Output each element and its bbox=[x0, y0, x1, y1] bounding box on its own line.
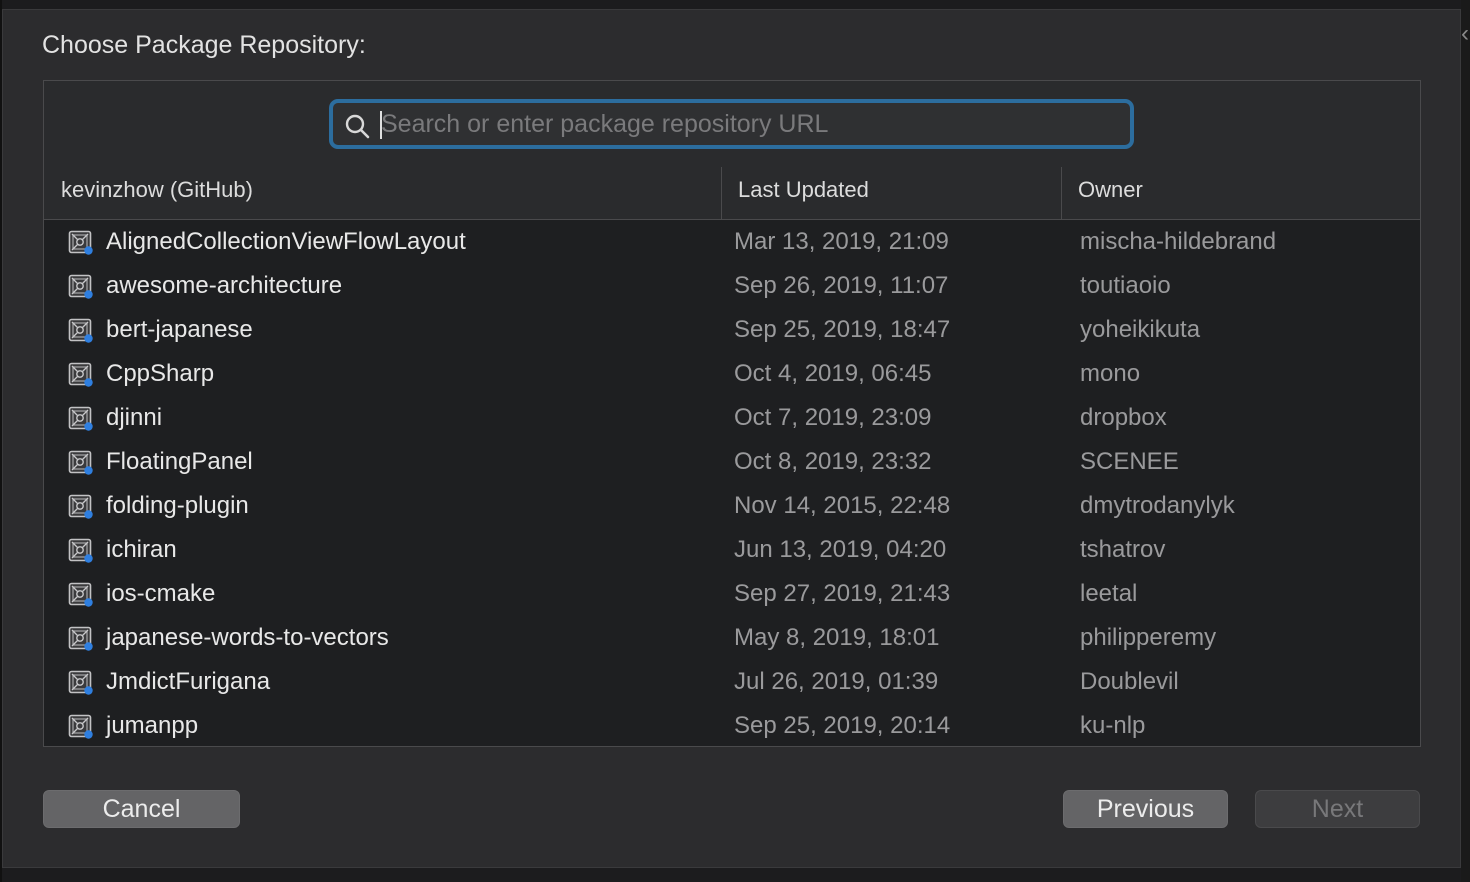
search-field[interactable] bbox=[329, 99, 1134, 149]
repository-owner: philipperemy bbox=[1080, 624, 1217, 651]
repository-last-updated: May 8, 2019, 18:01 bbox=[734, 624, 940, 651]
magnifying-glass-icon bbox=[345, 114, 370, 139]
column-header-name[interactable]: kevinzhow (GitHub) bbox=[61, 161, 253, 219]
repository-row[interactable]: ios-cmake Sep 27, 2019, 21:43 leetal bbox=[44, 572, 1420, 616]
repository-icon bbox=[68, 538, 93, 563]
repository-row[interactable]: FloatingPanel Oct 8, 2019, 23:32 SCENEE bbox=[44, 440, 1420, 484]
repository-owner: yoheikikuta bbox=[1080, 316, 1201, 343]
repository-icon bbox=[68, 230, 93, 255]
repository-icon bbox=[68, 670, 93, 695]
previous-button[interactable]: Previous bbox=[1063, 790, 1228, 828]
repository-name: djinni bbox=[106, 404, 163, 431]
repository-row[interactable]: djinni Oct 7, 2019, 23:09 dropbox bbox=[44, 396, 1420, 440]
repository-name: bert-japanese bbox=[106, 316, 253, 343]
repository-name: CppSharp bbox=[106, 360, 215, 387]
repository-row[interactable]: JmdictFurigana Jul 26, 2019, 01:39 Doubl… bbox=[44, 660, 1420, 704]
repository-last-updated: Oct 4, 2019, 06:45 bbox=[734, 360, 932, 387]
next-button[interactable]: Next bbox=[1255, 790, 1420, 828]
repository-name: ios-cmake bbox=[106, 580, 216, 607]
repository-name: FloatingPanel bbox=[106, 448, 253, 475]
repository-last-updated: Oct 7, 2019, 23:09 bbox=[734, 404, 932, 431]
repository-owner: ku-nlp bbox=[1080, 712, 1146, 739]
repository-list: AlignedCollectionViewFlowLayout Mar 13, … bbox=[44, 220, 1420, 746]
repository-icon bbox=[68, 318, 93, 343]
repository-row[interactable]: bert-japanese Sep 25, 2019, 18:47 yoheik… bbox=[44, 308, 1420, 352]
repository-last-updated: Jul 26, 2019, 01:39 bbox=[734, 668, 939, 695]
repository-owner: mischa-hildebrand bbox=[1080, 228, 1277, 255]
repository-icon bbox=[68, 714, 93, 739]
repository-last-updated: Mar 13, 2019, 21:09 bbox=[734, 228, 949, 255]
repository-name: folding-plugin bbox=[106, 492, 249, 519]
repository-row[interactable]: japanese-words-to-vectors May 8, 2019, 1… bbox=[44, 616, 1420, 660]
repository-owner: dropbox bbox=[1080, 404, 1167, 431]
repository-name: jumanpp bbox=[106, 712, 199, 739]
repository-owner: Doublevil bbox=[1080, 668, 1179, 695]
repository-icon bbox=[68, 362, 93, 387]
repository-row[interactable]: AlignedCollectionViewFlowLayout Mar 13, … bbox=[44, 220, 1420, 264]
repository-owner: SCENEE bbox=[1080, 448, 1179, 475]
repository-last-updated: Sep 25, 2019, 20:14 bbox=[734, 712, 951, 739]
repository-row[interactable]: folding-plugin Nov 14, 2015, 22:48 dmytr… bbox=[44, 484, 1420, 528]
repository-owner: dmytrodanylyk bbox=[1080, 492, 1235, 519]
repository-owner: leetal bbox=[1080, 580, 1138, 607]
column-divider[interactable] bbox=[1061, 167, 1062, 219]
repository-owner: mono bbox=[1080, 360, 1141, 387]
repository-row[interactable]: jumanpp Sep 25, 2019, 20:14 ku-nlp bbox=[44, 704, 1420, 746]
cancel-button[interactable]: Cancel bbox=[43, 790, 240, 828]
repository-icon bbox=[68, 626, 93, 651]
repository-name: ichiran bbox=[106, 536, 177, 563]
repository-last-updated: Nov 14, 2015, 22:48 bbox=[734, 492, 951, 519]
column-header-owner[interactable]: Owner bbox=[1078, 161, 1143, 219]
repository-row[interactable]: ichiran Jun 13, 2019, 04:20 tshatrov bbox=[44, 528, 1420, 572]
repository-name: AlignedCollectionViewFlowLayout bbox=[106, 228, 466, 255]
column-divider[interactable] bbox=[721, 167, 722, 219]
repository-owner: toutiaoio bbox=[1080, 272, 1171, 299]
repository-last-updated: Jun 13, 2019, 04:20 bbox=[734, 536, 947, 563]
repository-row[interactable]: CppSharp Oct 4, 2019, 06:45 mono bbox=[44, 352, 1420, 396]
window-edge-right: ‹ bbox=[1461, 0, 1470, 882]
repository-icon bbox=[68, 406, 93, 431]
repository-icon bbox=[68, 494, 93, 519]
dialog-title: Choose Package Repository: bbox=[42, 31, 366, 59]
column-header-last-updated[interactable]: Last Updated bbox=[738, 161, 869, 219]
search-input[interactable] bbox=[381, 107, 1111, 141]
repository-owner: tshatrov bbox=[1080, 536, 1166, 563]
repository-last-updated: Sep 27, 2019, 21:43 bbox=[734, 580, 951, 607]
repository-last-updated: Sep 25, 2019, 18:47 bbox=[734, 316, 951, 343]
repository-name: japanese-words-to-vectors bbox=[106, 624, 389, 651]
repository-last-updated: Sep 26, 2019, 11:07 bbox=[734, 272, 949, 299]
repository-last-updated: Oct 8, 2019, 23:32 bbox=[734, 448, 932, 475]
repository-name: JmdictFurigana bbox=[106, 668, 271, 695]
repository-browser: kevinzhow (GitHub) Last Updated Owner Al… bbox=[43, 80, 1421, 747]
chevron-left-icon: ‹ bbox=[1461, 20, 1469, 47]
repository-name: awesome-architecture bbox=[106, 272, 343, 299]
repository-row[interactable]: awesome-architecture Sep 26, 2019, 11:07… bbox=[44, 264, 1420, 308]
repository-icon bbox=[68, 582, 93, 607]
repository-icon bbox=[68, 274, 93, 299]
repository-icon bbox=[68, 450, 93, 475]
